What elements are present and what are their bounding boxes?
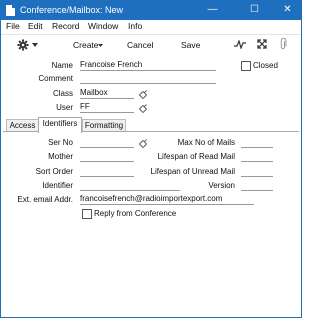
- paste-special-icon[interactable]: [139, 104, 147, 112]
- minimize-button[interactable]: —: [200, 1, 225, 20]
- header-section: Name Francoise French Closed Comment Cla…: [1, 55, 301, 117]
- create-button[interactable]: Create: [71, 35, 105, 54]
- comment-label: Comment: [38, 74, 73, 83]
- menu-info[interactable]: Info: [128, 21, 142, 31]
- paperclip-icon[interactable]: [279, 38, 287, 50]
- user-field[interactable]: FF: [80, 102, 134, 113]
- title-bar[interactable]: Conference/Mailbox: New — ☐ ✕: [1, 1, 301, 20]
- chevron-down-icon: [98, 44, 103, 47]
- lifespan-unread-label: Lifespan of Unread Mail: [150, 167, 236, 176]
- ser-no-label: Ser No: [48, 138, 73, 147]
- version-label: Version: [208, 181, 235, 190]
- mother-field[interactable]: [80, 151, 134, 162]
- window-title: Conference/Mailbox: New: [20, 5, 124, 15]
- cancel-button[interactable]: Cancel: [127, 40, 153, 50]
- user-label: User: [56, 103, 73, 112]
- name-field[interactable]: Francoise French: [80, 60, 216, 71]
- tab-identifiers[interactable]: Identifiers: [38, 117, 82, 133]
- tab-bar: Access Identifiers Formatting: [1, 117, 301, 133]
- menu-edit[interactable]: Edit: [28, 21, 43, 31]
- max-mails-label: Max No of Mails: [177, 138, 235, 147]
- reply-from-conference-label: Reply from Conference: [94, 209, 177, 218]
- lifespan-read-label: Lifespan of Read Mail: [157, 152, 235, 161]
- class-label: Class: [52, 89, 73, 98]
- conference-mailbox-window: Conference/Mailbox: New — ☐ ✕ File Edit …: [0, 0, 302, 318]
- document-icon: [6, 5, 15, 16]
- maximize-button[interactable]: ☐: [242, 1, 267, 20]
- gear-icon: [17, 39, 29, 51]
- save-button[interactable]: Save: [181, 40, 200, 50]
- mother-label: Mother: [48, 152, 73, 161]
- version-field[interactable]: [241, 180, 273, 191]
- ser-no-field[interactable]: [80, 137, 134, 148]
- close-button[interactable]: ✕: [275, 1, 300, 20]
- chevron-down-icon: [32, 43, 38, 47]
- max-mails-field[interactable]: [241, 137, 273, 148]
- identifier-label: Identifier: [42, 181, 73, 190]
- lifespan-read-field[interactable]: [241, 151, 273, 162]
- identifiers-panel: Ser No Mother Sort Order Identifier Max …: [3, 131, 299, 317]
- closed-checkbox[interactable]: [241, 61, 251, 71]
- sort-order-label: Sort Order: [35, 167, 73, 176]
- identifier-field[interactable]: [80, 180, 180, 191]
- toolbar: Create Cancel Save: [1, 34, 301, 56]
- ext-email-field[interactable]: francoisefrench@radioimportexport.com: [80, 194, 254, 205]
- closed-label: Closed: [253, 61, 278, 70]
- comment-field[interactable]: [80, 73, 216, 84]
- actions-button[interactable]: [17, 38, 41, 52]
- ext-email-label: Ext. email Addr.: [17, 195, 73, 204]
- class-field[interactable]: Mailbox: [80, 88, 134, 99]
- menu-bar: File Edit Record Window Info: [1, 20, 301, 33]
- reply-from-conference-checkbox[interactable]: [82, 209, 92, 219]
- create-button-label: Create: [73, 40, 99, 50]
- menu-record[interactable]: Record: [52, 21, 79, 31]
- menu-file[interactable]: File: [6, 21, 20, 31]
- lifespan-unread-field[interactable]: [241, 166, 273, 177]
- sort-order-field[interactable]: [80, 166, 134, 177]
- expand-icon[interactable]: [257, 39, 267, 49]
- paste-special-icon[interactable]: [139, 90, 147, 98]
- name-label: Name: [51, 61, 73, 70]
- menu-window[interactable]: Window: [88, 21, 118, 31]
- activity-icon[interactable]: [234, 40, 246, 49]
